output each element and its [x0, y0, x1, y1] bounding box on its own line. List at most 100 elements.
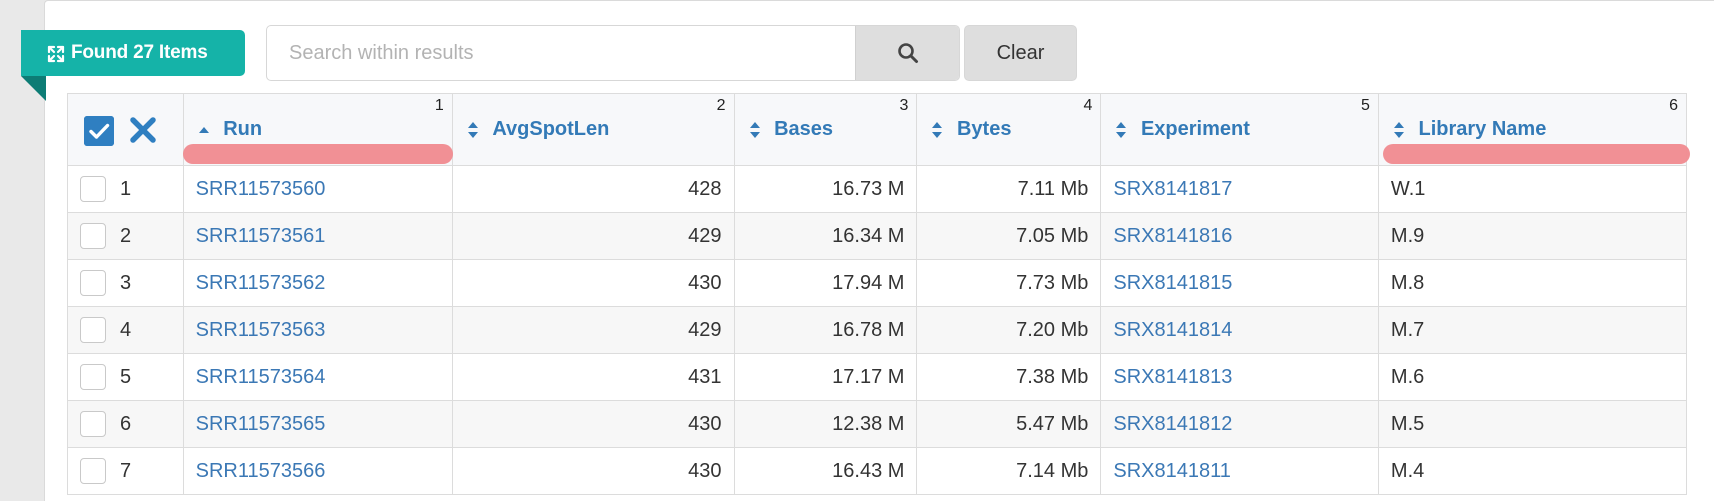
row-checkbox[interactable] [80, 176, 106, 202]
column-label: Run [223, 118, 263, 141]
row-select-cell: 1 [67, 165, 184, 213]
experiment-link[interactable]: SRX8141813 [1100, 353, 1379, 401]
bases-cell: 16.73 M [733, 165, 918, 213]
column-header-run[interactable]: 1 Run [182, 93, 453, 166]
row-select-cell: 5 [67, 353, 184, 401]
select-all-checkbox[interactable] [84, 116, 114, 146]
experiment-link[interactable]: SRX8141812 [1100, 400, 1379, 448]
found-items-label: Found 27 Items [71, 42, 208, 63]
select-header [67, 93, 184, 166]
column-header-library-name[interactable]: 6 Library Name [1377, 93, 1690, 166]
column-header-bases[interactable]: 3 Bases [733, 93, 918, 166]
bytes-cell: 7.38 Mb [916, 353, 1102, 401]
bytes-cell: 7.11 Mb [916, 165, 1102, 213]
sort-icon [1116, 121, 1127, 138]
row-select-cell: 4 [67, 306, 184, 354]
bytes-cell: 7.20 Mb [916, 306, 1102, 354]
bases-cell: 16.34 M [733, 212, 918, 260]
sort-icon [1393, 121, 1404, 138]
results-table: 1 Run 2 AvgSpotLen 3 Bases 4 Bytes 5 Exp… [67, 93, 1690, 495]
bytes-cell: 7.05 Mb [916, 212, 1102, 260]
avgspotlen-cell: 430 [451, 259, 735, 307]
column-header-experiment[interactable]: 5 Experiment [1100, 93, 1379, 166]
experiment-link[interactable]: SRX8141816 [1100, 212, 1379, 260]
sort-icon [749, 121, 760, 138]
row-checkbox[interactable] [80, 270, 106, 296]
row-checkbox[interactable] [80, 364, 106, 390]
row-select-cell: 2 [67, 212, 184, 260]
bases-cell: 17.17 M [733, 353, 918, 401]
run-link[interactable]: SRR11573560 [182, 165, 453, 213]
experiment-link[interactable]: SRX8141817 [1100, 165, 1379, 213]
column-label: Library Name [1418, 118, 1547, 141]
search-button[interactable] [855, 26, 959, 80]
bases-cell: 12.38 M [733, 400, 918, 448]
column-number: 5 [1361, 97, 1370, 114]
run-link[interactable]: SRR11573564 [182, 353, 453, 401]
table-row[interactable]: 2 SRR11573561 429 16.34 M 7.05 Mb SRX8141816 M… [67, 212, 1688, 260]
row-index: 5 [120, 366, 132, 388]
avgspotlen-cell: 429 [451, 212, 735, 260]
row-index: 3 [120, 272, 132, 294]
run-link[interactable]: SRR11573566 [182, 447, 453, 495]
found-items-badge[interactable]: Found 27 Items [21, 30, 245, 76]
clear-button[interactable]: Clear [964, 25, 1077, 81]
bases-cell: 16.78 M [733, 306, 918, 354]
run-link[interactable]: SRR11573563 [182, 306, 453, 354]
row-checkbox[interactable] [80, 458, 106, 484]
row-select-cell: 7 [67, 447, 184, 495]
row-select-cell: 3 [67, 259, 184, 307]
sort-asc-icon [198, 126, 209, 133]
search-box [266, 25, 960, 81]
row-index: 2 [120, 225, 132, 247]
column-number: 4 [1083, 97, 1093, 114]
row-checkbox[interactable] [80, 223, 106, 249]
expand-icon [47, 45, 65, 63]
row-checkbox[interactable] [80, 411, 106, 437]
column-label: Bases [774, 118, 833, 141]
library-name-cell: W.1 [1377, 165, 1688, 213]
avgspotlen-cell: 429 [451, 306, 735, 354]
library-name-cell: M.4 [1377, 447, 1688, 495]
column-number: 3 [899, 97, 909, 114]
avgspotlen-cell: 431 [451, 353, 735, 401]
table-row[interactable]: 6 SRR11573565 430 12.38 M 5.47 Mb SRX8141812 M… [67, 400, 1688, 448]
row-checkbox[interactable] [80, 317, 106, 343]
column-header-avgspotlen[interactable]: 2 AvgSpotLen [451, 93, 735, 166]
avgspotlen-cell: 428 [451, 165, 735, 213]
library-name-cell: M.5 [1377, 400, 1688, 448]
search-input[interactable] [267, 26, 855, 80]
column-number: 2 [716, 97, 726, 114]
avgspotlen-cell: 430 [451, 400, 735, 448]
row-index: 1 [120, 178, 132, 200]
table-row[interactable]: 7 SRR11573566 430 16.43 M 7.14 Mb SRX8141811 M… [67, 447, 1688, 495]
table-row[interactable]: 3 SRR11573562 430 17.94 M 7.73 Mb SRX8141815 M… [67, 259, 1688, 307]
library-name-cell: M.6 [1377, 353, 1688, 401]
library-name-cell: M.8 [1377, 259, 1688, 307]
column-label: Bytes [956, 118, 1012, 141]
experiment-link[interactable]: SRX8141811 [1100, 447, 1379, 495]
column-number: 1 [434, 97, 444, 114]
row-select-cell: 6 [67, 400, 184, 448]
run-link[interactable]: SRR11573565 [182, 400, 453, 448]
run-link[interactable]: SRR11573561 [182, 212, 453, 260]
table-row[interactable]: 4 SRR11573563 429 16.78 M 7.20 Mb SRX8141814 M… [67, 306, 1688, 354]
sort-icon [932, 121, 943, 138]
badge-fold [21, 76, 46, 101]
deselect-all-icon[interactable] [129, 116, 157, 144]
bytes-cell: 7.73 Mb [916, 259, 1102, 307]
bytes-cell: 5.47 Mb [916, 400, 1102, 448]
column-header-bytes[interactable]: 4 Bytes [916, 93, 1102, 166]
bases-cell: 17.94 M [733, 259, 918, 307]
table-row[interactable]: 1 SRR11573560 428 16.73 M 7.11 Mb SRX8141817 W… [67, 165, 1688, 213]
table-row[interactable]: 5 SRR11573564 431 17.17 M 7.38 Mb SRX8141813 M… [67, 353, 1688, 401]
library-name-cell: M.7 [1377, 306, 1688, 354]
run-link[interactable]: SRR11573562 [182, 259, 453, 307]
experiment-link[interactable]: SRX8141814 [1100, 306, 1379, 354]
experiment-link[interactable]: SRX8141815 [1100, 259, 1379, 307]
sort-icon [467, 121, 478, 138]
highlight-mark [1382, 144, 1690, 164]
column-label: AvgSpotLen [492, 118, 610, 141]
row-index: 6 [120, 413, 132, 435]
avgspotlen-cell: 430 [451, 447, 735, 495]
